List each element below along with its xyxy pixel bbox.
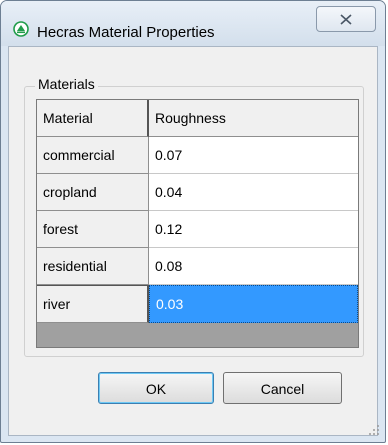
roughness-cell[interactable]: 0.08 <box>149 248 358 285</box>
materials-grid[interactable]: Material Roughness commercial 0.07 cropl… <box>36 99 359 348</box>
roughness-cell[interactable]: 0.07 <box>149 137 358 174</box>
materials-group-label: Materials <box>35 76 98 92</box>
hecras-app-icon <box>13 21 29 37</box>
material-cell[interactable]: cropland <box>37 174 149 211</box>
resize-grip-icon[interactable] <box>368 423 380 435</box>
roughness-cell[interactable]: 0.12 <box>149 211 358 248</box>
material-cell[interactable]: residential <box>37 248 149 285</box>
roughness-cell[interactable]: 0.04 <box>149 174 358 211</box>
cancel-button[interactable]: Cancel <box>223 372 342 404</box>
material-cell[interactable]: commercial <box>37 137 149 174</box>
ok-button[interactable]: OK <box>98 372 214 404</box>
material-cell[interactable]: forest <box>37 211 149 248</box>
column-header-roughness[interactable]: Roughness <box>149 100 358 137</box>
column-header-material[interactable]: Material <box>37 100 149 137</box>
window-title: Hecras Material Properties <box>37 24 215 41</box>
roughness-cell-selected[interactable]: 0.03 <box>149 285 358 323</box>
close-icon <box>340 14 352 25</box>
close-button[interactable] <box>316 6 376 32</box>
title-bar[interactable]: Hecras Material Properties <box>1 1 385 46</box>
material-cell-selected[interactable]: river <box>37 285 149 323</box>
